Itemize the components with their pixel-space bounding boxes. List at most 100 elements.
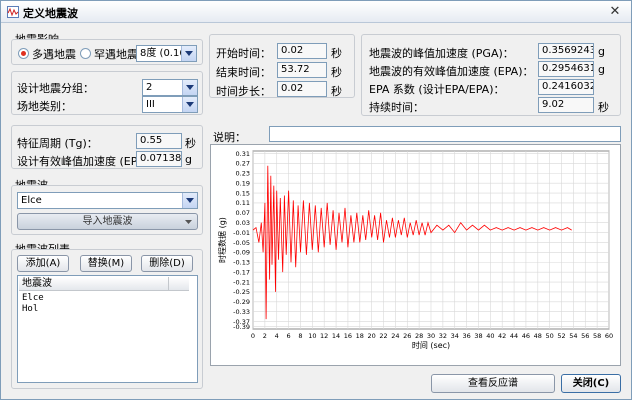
import-wave-button[interactable]: 导入地震波 — [17, 213, 198, 230]
x-tick-label: 50 — [546, 332, 554, 340]
note-input[interactable] — [269, 126, 621, 142]
x-tick-label: 28 — [415, 332, 423, 340]
dialog-title: 定义地震波 — [23, 7, 78, 20]
time-history-plot: 0 2 4 6 8 10 12 14 16 18 20 22 24 26 28 30 32 34 36 38 40 42 4… — [210, 144, 621, 366]
y-tick-label: 0.07 — [236, 209, 250, 217]
wave-list-column-header[interactable]: 地震波 — [19, 277, 169, 291]
y-tick-label: -0.39 — [233, 323, 250, 331]
x-tick-label: 22 — [379, 332, 387, 340]
list-item[interactable]: Elce — [22, 293, 44, 303]
x-tick-label: 24 — [391, 332, 399, 340]
start-time-label: 开始时间： — [216, 47, 271, 60]
x-tick-label: 36 — [462, 332, 470, 340]
wave-list[interactable]: 地震波 Elce Hol — [17, 275, 198, 383]
site-class-select[interactable]: III — [142, 96, 198, 113]
epa-ratio-label: EPA 系数 (设计EPA/EPA)： — [369, 83, 505, 96]
y-tick-label: -0.21 — [233, 278, 250, 286]
tg-field[interactable]: 0.55 — [136, 133, 182, 149]
y-tick-label: 0.03 — [236, 219, 250, 227]
y-tick-label: 0.19 — [236, 179, 250, 187]
design-epa-unit: g — [185, 153, 192, 166]
delete-wave-button[interactable]: 删除(D) — [141, 255, 193, 272]
x-tick-label: 46 — [522, 332, 530, 340]
view-spectrum-button[interactable]: 查看反应谱 — [431, 374, 555, 393]
x-tick-label: 16 — [344, 332, 352, 340]
x-tick-label: 18 — [356, 332, 364, 340]
site-class-label: 场地类别： — [17, 100, 72, 113]
list-item[interactable]: Hol — [22, 304, 38, 314]
design-epa-field[interactable]: 0.0713849 — [136, 151, 182, 167]
x-tick-label: 34 — [451, 332, 459, 340]
duration-unit: 秒 — [598, 101, 609, 114]
pga-unit: g — [598, 45, 605, 58]
x-tick-label: 54 — [569, 332, 577, 340]
x-tick-label: 30 — [427, 332, 435, 340]
frequent-radio[interactable] — [18, 48, 29, 59]
wave-properties-panel: 地震波的峰值加速度 (PGA)： 0.35692433 g 地震波的有效峰值加速… — [361, 34, 621, 116]
y-tick-label: -0.25 — [233, 288, 250, 296]
x-tick-label: 12 — [320, 332, 328, 340]
intensity-select[interactable]: 8度 (0.16) — [136, 45, 197, 62]
chevron-down-icon — [181, 46, 196, 61]
start-time-unit: 秒 — [331, 47, 342, 60]
y-tick-label: -0.29 — [233, 298, 250, 306]
y-tick-label: -0.13 — [233, 259, 250, 267]
replace-wave-button[interactable]: 替换(M) — [80, 255, 132, 272]
import-wave-label: 导入地震波 — [82, 216, 133, 227]
wave-epa-label: 地震波的有效峰值加速度 (EPA)： — [369, 65, 534, 78]
pga-field[interactable]: 0.35692433 — [538, 43, 594, 59]
time-step-label: 时间步长： — [216, 85, 271, 98]
x-tick-label: 48 — [534, 332, 542, 340]
tg-label: 特征周期 (Tg)： — [17, 137, 98, 150]
influence-panel: 多遇地震 罕遇地震 8度 (0.16) — [11, 39, 203, 65]
x-tick-label: 56 — [581, 332, 589, 340]
pga-label: 地震波的峰值加速度 (PGA)： — [369, 47, 514, 60]
wave-epa-field[interactable]: 0.295463128 — [538, 61, 594, 77]
design-group-value: 2 — [146, 82, 153, 93]
tg-unit: 秒 — [185, 137, 196, 150]
title-bar: 定义地震波 ✕ — [1, 1, 631, 23]
y-tick-label: 0.27 — [236, 160, 250, 168]
site-class-value: III — [146, 99, 155, 110]
wave-list-column-filler — [169, 277, 189, 291]
time-step-unit: 秒 — [331, 85, 342, 98]
y-tick-label: 0.23 — [236, 170, 250, 178]
wave-select[interactable]: Elce — [17, 192, 198, 209]
x-tick-label: 4 — [275, 332, 279, 340]
x-tick-label: 52 — [557, 332, 565, 340]
wave-panel: Elce 导入地震波 — [11, 185, 203, 235]
y-tick-label: -0.09 — [233, 249, 250, 257]
x-tick-label: 10 — [308, 332, 316, 340]
start-time-field[interactable]: 0.02 — [277, 43, 327, 59]
x-tick-label: 58 — [593, 332, 601, 340]
add-wave-button[interactable]: 添加(A) — [17, 255, 69, 272]
design-group-label: 设计地震分组： — [17, 82, 94, 95]
duration-label: 持续时间： — [369, 101, 424, 114]
x-tick-label: 14 — [332, 332, 340, 340]
end-time-unit: 秒 — [331, 66, 342, 79]
x-tick-label: 0 — [251, 332, 255, 340]
x-tick-label: 6 — [287, 332, 291, 340]
x-axis-label: 时间 (sec) — [412, 340, 450, 350]
design-group-select[interactable]: 2 — [142, 79, 198, 96]
chevron-down-icon — [182, 193, 197, 208]
note-label: 说明： — [213, 131, 246, 144]
define-seismic-wave-dialog: 定义地震波 ✕ 地震影响 多遇地震 罕遇地震 8度 (0.16) 设计地震分组：… — [0, 0, 632, 400]
close-button[interactable]: 关闭(C) — [561, 374, 621, 393]
end-time-field[interactable]: 53.72 — [277, 62, 327, 78]
rare-radio[interactable] — [80, 48, 91, 59]
time-step-field[interactable]: 0.02 — [277, 81, 327, 97]
x-tick-label: 20 — [368, 332, 376, 340]
epa-ratio-field[interactable]: 0.241603295 — [538, 79, 594, 95]
duration-field[interactable]: 9.02 — [538, 97, 594, 113]
close-icon[interactable]: ✕ — [607, 4, 623, 20]
y-tick-label: 0.11 — [236, 199, 250, 207]
x-tick-label: 8 — [298, 332, 302, 340]
x-tick-label: 60 — [605, 332, 613, 340]
timing-panel: 开始时间： 0.02 秒 结束时间： 53.72 秒 时间步长： 0.02 秒 — [209, 34, 355, 98]
chevron-down-icon — [185, 220, 192, 224]
frequent-radio-label: 多遇地震 — [32, 48, 76, 61]
y-tick-label: -0.01 — [233, 229, 250, 237]
x-tick-label: 32 — [439, 332, 447, 340]
x-tick-label: 26 — [403, 332, 411, 340]
